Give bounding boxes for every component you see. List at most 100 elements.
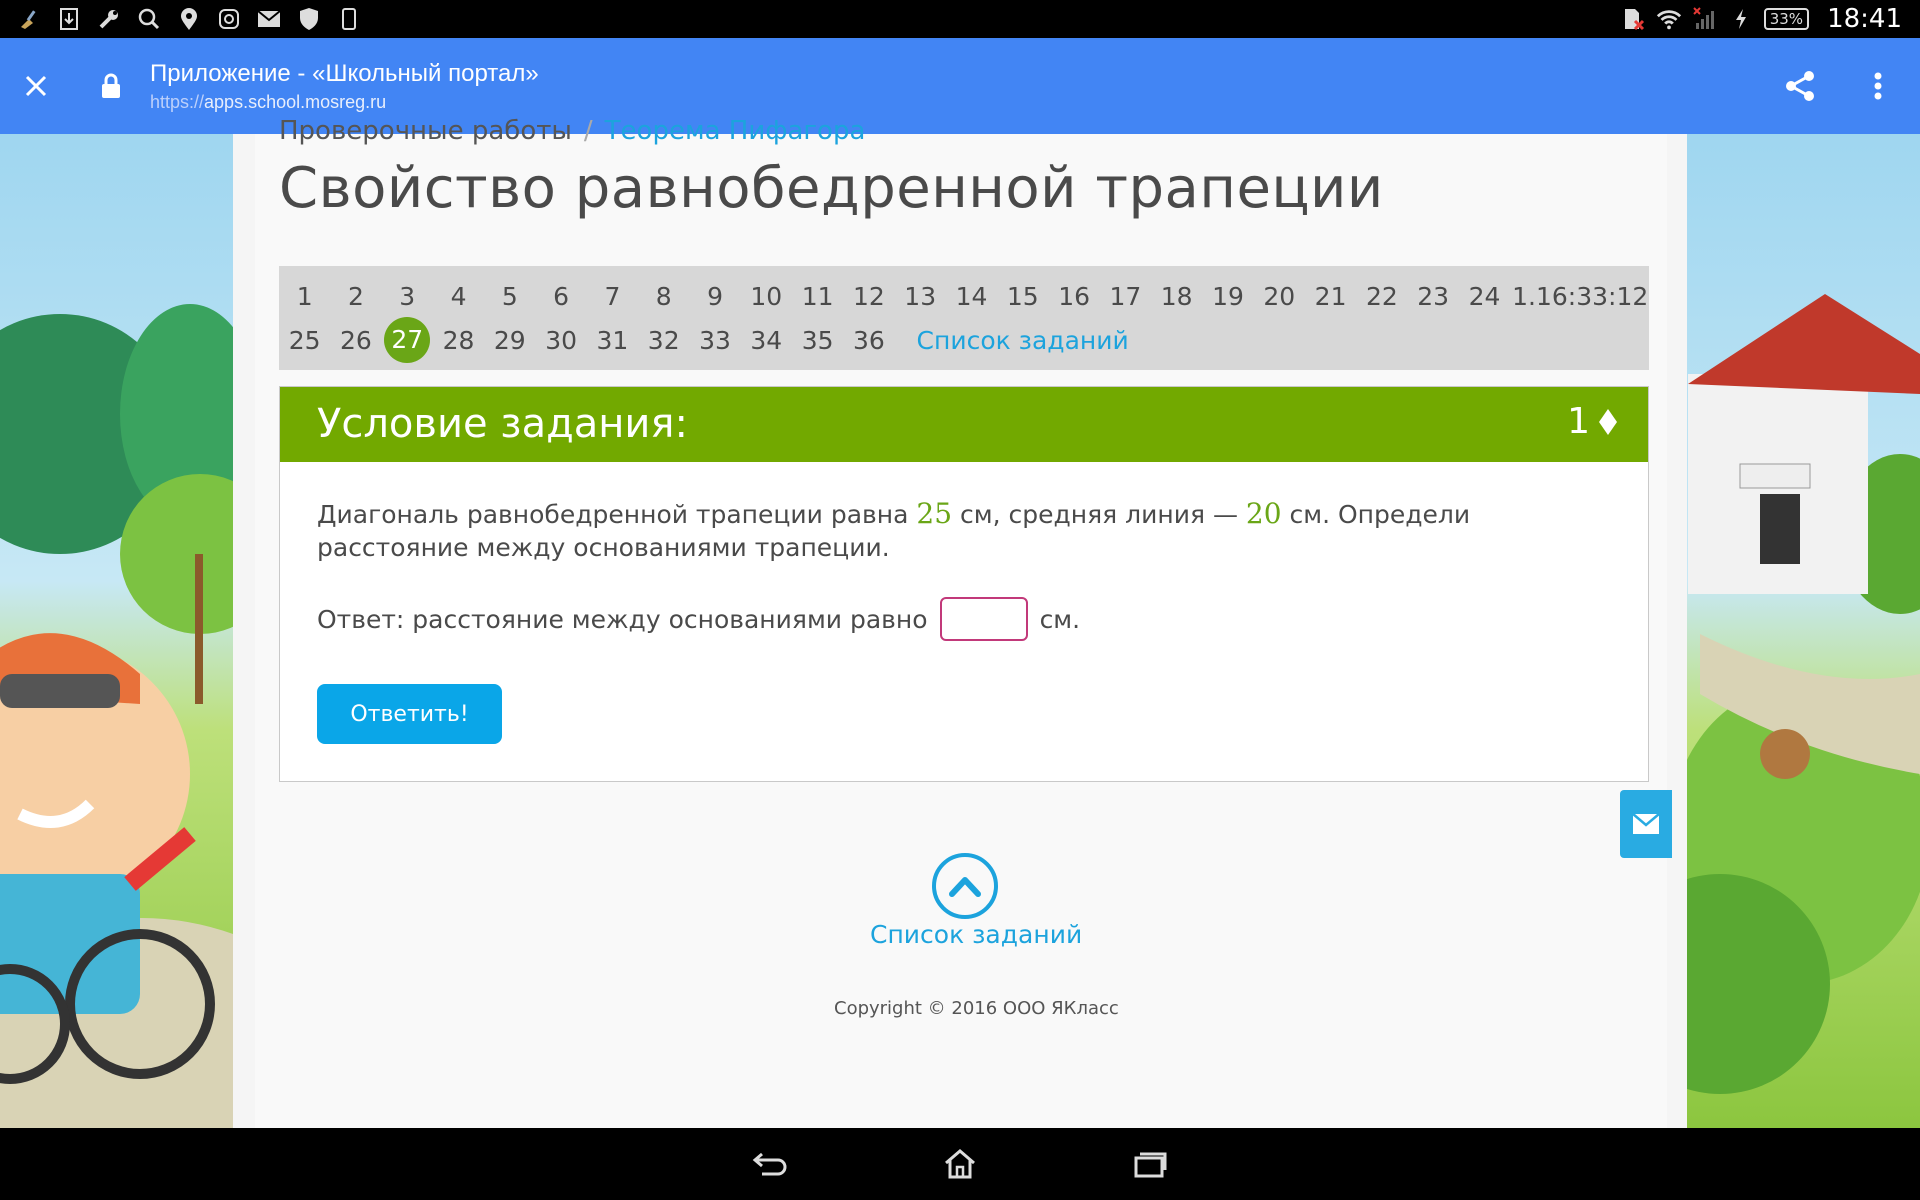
close-icon[interactable] [18, 68, 54, 104]
toolbar-actions [1782, 68, 1920, 104]
task-number[interactable]: 8 [638, 282, 689, 311]
wrench-icon [96, 6, 122, 32]
task-text-part1: Диагональ равнобедренной трапеции равна [317, 500, 917, 529]
task-value-midline: 20 [1245, 497, 1282, 530]
wifi-icon [1656, 6, 1682, 32]
task-number[interactable]: 10 [741, 282, 792, 311]
breadcrumb-item-topic[interactable]: Теорема Пифагора [605, 116, 866, 146]
task-card: Условие задания: 1 Диагональ равнобедрен… [279, 386, 1649, 782]
task-number[interactable]: 21 [1305, 282, 1356, 311]
overflow-menu-icon[interactable] [1860, 68, 1896, 104]
scroll-up-button[interactable] [932, 853, 998, 919]
task-number[interactable]: 1 [279, 282, 330, 311]
task-number[interactable]: 29 [484, 326, 535, 355]
location-pin-icon [176, 6, 202, 32]
system-nav-bar [0, 1128, 1920, 1200]
share-icon[interactable] [1782, 68, 1818, 104]
phone-icon [336, 6, 362, 32]
home-icon[interactable] [940, 1144, 980, 1184]
task-number[interactable]: 19 [1202, 282, 1253, 311]
task-number[interactable]: 28 [433, 326, 484, 355]
page-title: Свойство равнобедренной трапеции [279, 156, 1384, 221]
diamond-icon [1599, 408, 1617, 435]
envelope-icon [1632, 813, 1660, 834]
test-timer: 1.16:33:12 [1512, 281, 1649, 311]
task-number[interactable]: 13 [895, 282, 946, 311]
lock-icon [100, 72, 122, 100]
task-value-diagonal: 25 [916, 497, 953, 530]
signal-off-icon [1692, 6, 1718, 32]
breadcrumb: Проверочные работы / Теорема Пифагора [279, 116, 865, 146]
recents-icon[interactable] [1130, 1144, 1170, 1184]
notification-icons [0, 6, 362, 32]
task-number[interactable]: 18 [1151, 282, 1202, 311]
task-header: Условие задания: 1 [280, 387, 1648, 462]
back-icon[interactable] [750, 1144, 790, 1184]
task-statement: Диагональ равнобедренной трапеции равна … [317, 497, 1617, 564]
answer-label: Ответ: расстояние между основаниями равн… [317, 604, 928, 634]
page-info: Приложение - «Школьный портал» https://a… [150, 60, 539, 113]
task-number[interactable]: 4 [433, 282, 484, 311]
instagram-icon [216, 6, 242, 32]
task-number[interactable]: 36 [843, 326, 894, 355]
charging-icon [1728, 6, 1754, 32]
task-number[interactable]: 6 [535, 282, 586, 311]
breadcrumb-item-tests[interactable]: Проверочные работы [279, 116, 572, 146]
submit-button[interactable]: Ответить! [317, 684, 502, 744]
mail-icon [256, 6, 282, 32]
shield-icon [296, 6, 322, 32]
sd-card-off-icon [1620, 6, 1646, 32]
answer-input[interactable] [939, 597, 1028, 641]
feedback-button[interactable] [1620, 790, 1672, 858]
task-nav-row-2: 25 26 27 28 29 30 31 32 33 34 35 36 Список заданий [279, 317, 1129, 363]
task-number[interactable]: 25 [279, 326, 330, 355]
task-number[interactable]: 15 [997, 282, 1048, 311]
task-number[interactable]: 33 [689, 326, 740, 355]
task-number[interactable]: 30 [535, 326, 586, 355]
task-list-nav-link[interactable]: Список заданий [917, 326, 1129, 355]
task-number[interactable]: 35 [792, 326, 843, 355]
task-number[interactable]: 9 [689, 282, 740, 311]
status-bar: 33% 18:41 [0, 0, 1920, 38]
task-number[interactable]: 11 [792, 282, 843, 311]
task-number[interactable]: 7 [587, 282, 638, 311]
task-number[interactable]: 26 [330, 326, 381, 355]
answer-row: Ответ: расстояние между основаниями равн… [317, 597, 1080, 641]
copyright: Copyright © 2016 ООО ЯКласс [834, 998, 1119, 1019]
task-number[interactable]: 20 [1254, 282, 1305, 311]
task-number[interactable]: 32 [638, 326, 689, 355]
task-number[interactable]: 14 [946, 282, 997, 311]
task-number[interactable]: 22 [1356, 282, 1407, 311]
task-number[interactable]: 31 [587, 326, 638, 355]
system-indicators: 33% 18:41 [1620, 4, 1920, 34]
task-navigation: 1 2 3 4 5 6 7 8 9 10 11 12 13 14 15 16 17 18 19 20 21 22 23 24 1… [279, 266, 1649, 370]
clock: 18:41 [1827, 4, 1902, 34]
task-number[interactable]: 12 [843, 282, 894, 311]
answer-unit: см. [1039, 604, 1081, 634]
task-number[interactable]: 34 [741, 326, 792, 355]
task-number[interactable]: 23 [1408, 282, 1459, 311]
chevron-up-icon [949, 877, 981, 897]
broom-icon [16, 6, 42, 32]
task-number[interactable]: 17 [1100, 282, 1151, 311]
battery-level: 33% [1763, 8, 1810, 30]
task-list-link[interactable]: Список заданий [870, 920, 1082, 949]
task-nav-row-1: 1 2 3 4 5 6 7 8 9 10 11 12 13 14 15 16 17 18 19 20 21 22 23 24 1… [279, 274, 1649, 318]
browser-title: Приложение - «Школьный портал» [150, 59, 539, 87]
task-text-part2: см, средняя линия — [952, 500, 1246, 529]
task-number[interactable]: 24 [1459, 282, 1510, 311]
url-host: apps.school.mosreg.ru [204, 91, 387, 112]
search-icon [136, 6, 162, 32]
task-number-active[interactable]: 27 [384, 317, 431, 363]
download-icon [56, 6, 82, 32]
task-header-title: Условие задания: [317, 401, 688, 447]
browser-url[interactable]: https://apps.school.mosreg.ru [150, 92, 539, 113]
url-scheme: https:// [150, 91, 205, 112]
task-number[interactable]: 16 [1048, 282, 1099, 311]
task-number[interactable]: 2 [330, 282, 381, 311]
points-value: 1 [1567, 401, 1590, 442]
task-number[interactable]: 5 [484, 282, 535, 311]
breadcrumb-separator: / [583, 116, 593, 146]
task-number[interactable]: 3 [382, 282, 433, 311]
task-points: 1 [1567, 401, 1618, 442]
